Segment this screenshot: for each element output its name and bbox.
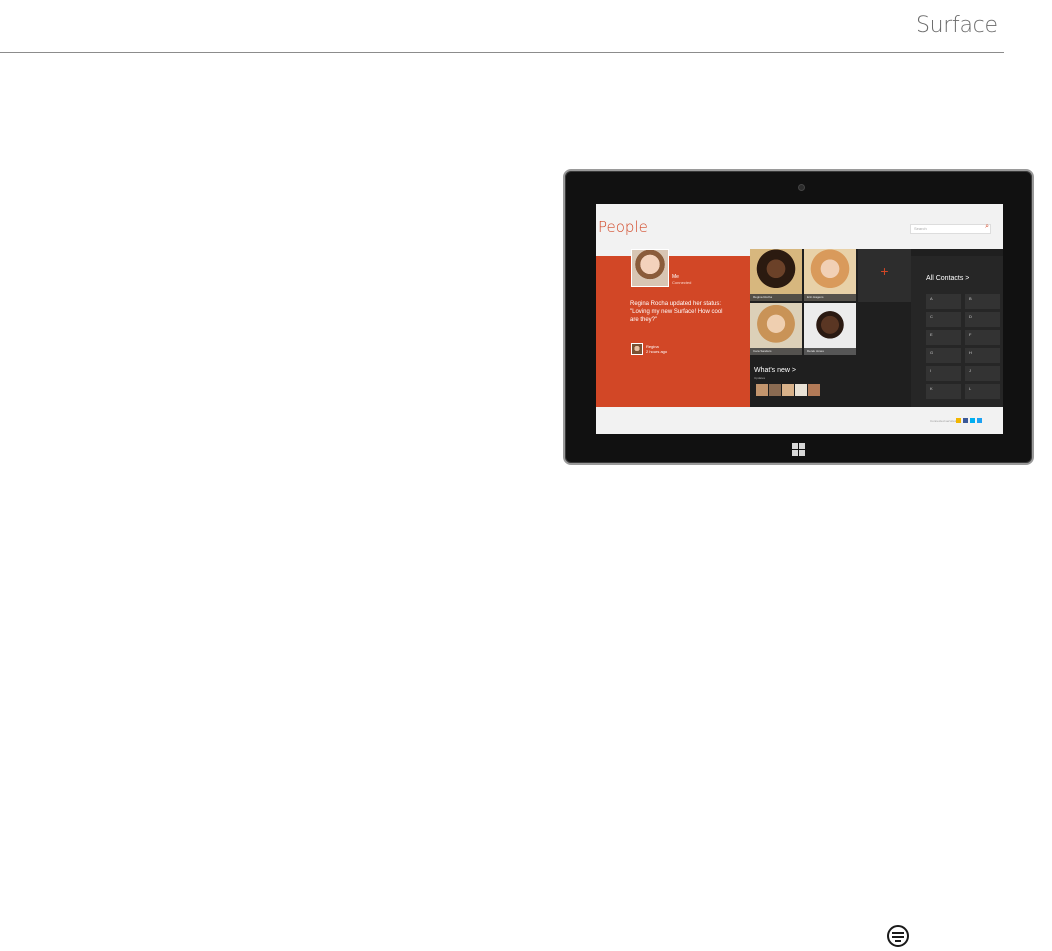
twitter-icon[interactable] [977,418,982,423]
commenter-time: 2 hours ago [646,349,668,354]
me-avatar[interactable] [631,249,669,287]
windows-logo-icon[interactable] [792,443,806,457]
facebook-icon[interactable] [963,418,968,423]
tablet-device: People Search ⌕ Me Connected Regina Roch… [563,169,1034,465]
all-contacts-panel: All Contacts > A B C D E F G H I J K L [911,256,1003,407]
letter-tile[interactable]: E [926,330,961,345]
thumbnail[interactable] [808,384,820,396]
thumbnail[interactable] [795,384,807,396]
thumbnail[interactable] [782,384,794,396]
status-update: Regina Rocha updated her status: "Loving… [630,301,723,323]
letter-tile[interactable]: B [965,294,1000,309]
search-placeholder: Search [914,226,927,231]
letter-tile[interactable]: L [965,384,1000,399]
search-input[interactable]: Search ⌕ [910,223,991,234]
whats-new-link[interactable]: What's new > [754,367,796,374]
microsoft-icon[interactable] [956,418,961,423]
skype-icon[interactable] [970,418,975,423]
letter-tile[interactable]: H [965,348,1000,363]
contact-name: Cara Sanders [750,348,802,355]
equal-housing-icon [887,925,909,947]
app-footer: Connected services [596,407,1003,434]
letter-tile[interactable]: J [965,366,1000,381]
contact-tile[interactable]: Cara Sanders [750,303,802,355]
commenter-info: Regina 2 hours ago [646,344,667,354]
add-icon: + [880,263,889,279]
contact-name: Derek Jones [804,348,856,355]
tablet-screen: People Search ⌕ Me Connected Regina Roch… [596,204,1003,434]
thumbnail[interactable] [756,384,768,396]
letter-tile[interactable]: D [965,312,1000,327]
letter-tile[interactable]: G [926,348,961,363]
connected-services-label: Connected services [930,419,957,423]
header-divider [0,52,1004,53]
letter-tile[interactable]: C [926,312,961,327]
commenter-avatar [631,343,643,355]
thumbnail[interactable] [769,384,781,396]
letter-tile[interactable]: K [926,384,961,399]
brand-logo: Surface [916,13,998,38]
app-title: People [598,218,648,236]
letter-tile[interactable]: I [926,366,961,381]
letter-tile[interactable]: A [926,294,961,309]
add-contact-tile[interactable]: + [858,249,911,302]
contact-tile[interactable]: Regina Rocha [750,249,802,301]
contact-name: Regina Rocha [750,294,802,301]
whats-new-thumbnails[interactable] [756,384,820,396]
me-panel[interactable]: Me Connected Regina Rocha updated her st… [596,249,750,407]
alphabet-grid: A B C D E F G H I J K L [926,294,1000,399]
whats-new-subtitle: Updates [754,376,766,380]
all-contacts-link[interactable]: All Contacts > [926,275,969,282]
contact-tile[interactable]: Erin Hagens [804,249,856,301]
contact-name: Erin Hagens [804,294,856,301]
contact-tile[interactable]: Derek Jones [804,303,856,355]
camera-icon [798,184,805,191]
letter-tile[interactable]: F [965,330,1000,345]
search-icon[interactable]: ⌕ [985,223,989,231]
me-subtitle: Connected [672,280,692,285]
